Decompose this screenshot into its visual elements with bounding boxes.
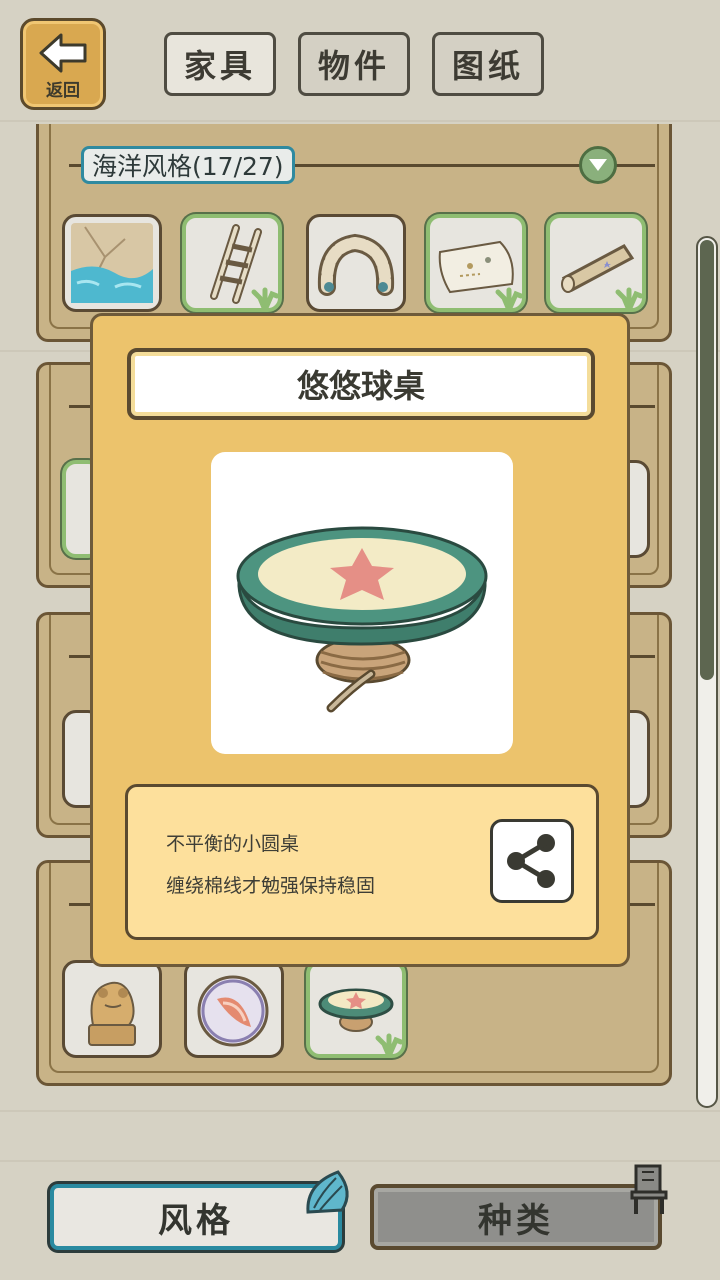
item-slot-treasure-map[interactable]	[426, 214, 526, 312]
item-image	[211, 452, 513, 754]
back-arrow-icon	[39, 33, 87, 73]
chevron-down-icon	[589, 159, 607, 171]
dropdown-toggle-button[interactable]	[579, 146, 617, 184]
scrollbar[interactable]	[696, 236, 718, 1108]
category-title: 海洋风格(17/27)	[81, 146, 295, 184]
share-button[interactable]	[490, 819, 574, 903]
pool-icon	[71, 223, 153, 303]
background-stripe	[0, 1160, 720, 1162]
tab-furniture[interactable]: 家具	[164, 32, 276, 96]
paw-icon	[251, 287, 278, 308]
paw-icon	[495, 287, 522, 308]
item-description: 不平衡的小圆桌 缠绕棉线才勉强保持稳固	[125, 784, 599, 940]
back-button[interactable]: 返回	[20, 18, 106, 110]
item-detail-modal: 悠悠球桌 不平衡的小圆桌 缠绕棉线才勉强保持稳固	[90, 313, 630, 967]
background-stripe	[0, 120, 720, 122]
item-slot-stone-frog-statue[interactable]	[62, 960, 162, 1058]
stone-frog-statue-icon	[88, 981, 136, 1046]
paw-icon	[375, 1033, 402, 1054]
back-label: 返回	[46, 81, 80, 101]
scrollbar-thumb[interactable]	[700, 240, 714, 680]
share-icon	[507, 834, 555, 888]
item-name: 悠悠球桌	[127, 348, 595, 420]
tab-objects[interactable]: 物件	[298, 32, 410, 96]
background-stripe	[0, 1110, 720, 1112]
item-slot-starfish-table[interactable]	[306, 960, 406, 1058]
paw-icon	[615, 287, 642, 308]
item-slot-pool[interactable]	[62, 214, 162, 312]
item-slot-shell-orb[interactable]	[184, 960, 284, 1058]
shell-orb-icon	[197, 975, 269, 1047]
description-line-1: 不平衡的小圆桌	[166, 833, 300, 855]
description-line-2: 缠绕棉线才勉强保持稳固	[166, 875, 376, 897]
style-button[interactable]: 风格	[50, 1184, 342, 1250]
style-label: 风格	[158, 1200, 234, 1241]
item-slot-ladder[interactable]	[182, 214, 282, 312]
seashell-icon	[306, 1170, 349, 1214]
stone-arch-icon	[317, 233, 395, 296]
starfish-table-icon	[236, 526, 488, 713]
kind-button[interactable]: 种类	[370, 1184, 662, 1250]
kind-label: 种类	[478, 1200, 554, 1241]
tab-blueprints[interactable]: 图纸	[432, 32, 544, 96]
chair-icon	[630, 1164, 668, 1214]
item-slot-rolled-mat[interactable]	[546, 214, 646, 312]
item-slot-stone-arch[interactable]	[306, 214, 406, 312]
